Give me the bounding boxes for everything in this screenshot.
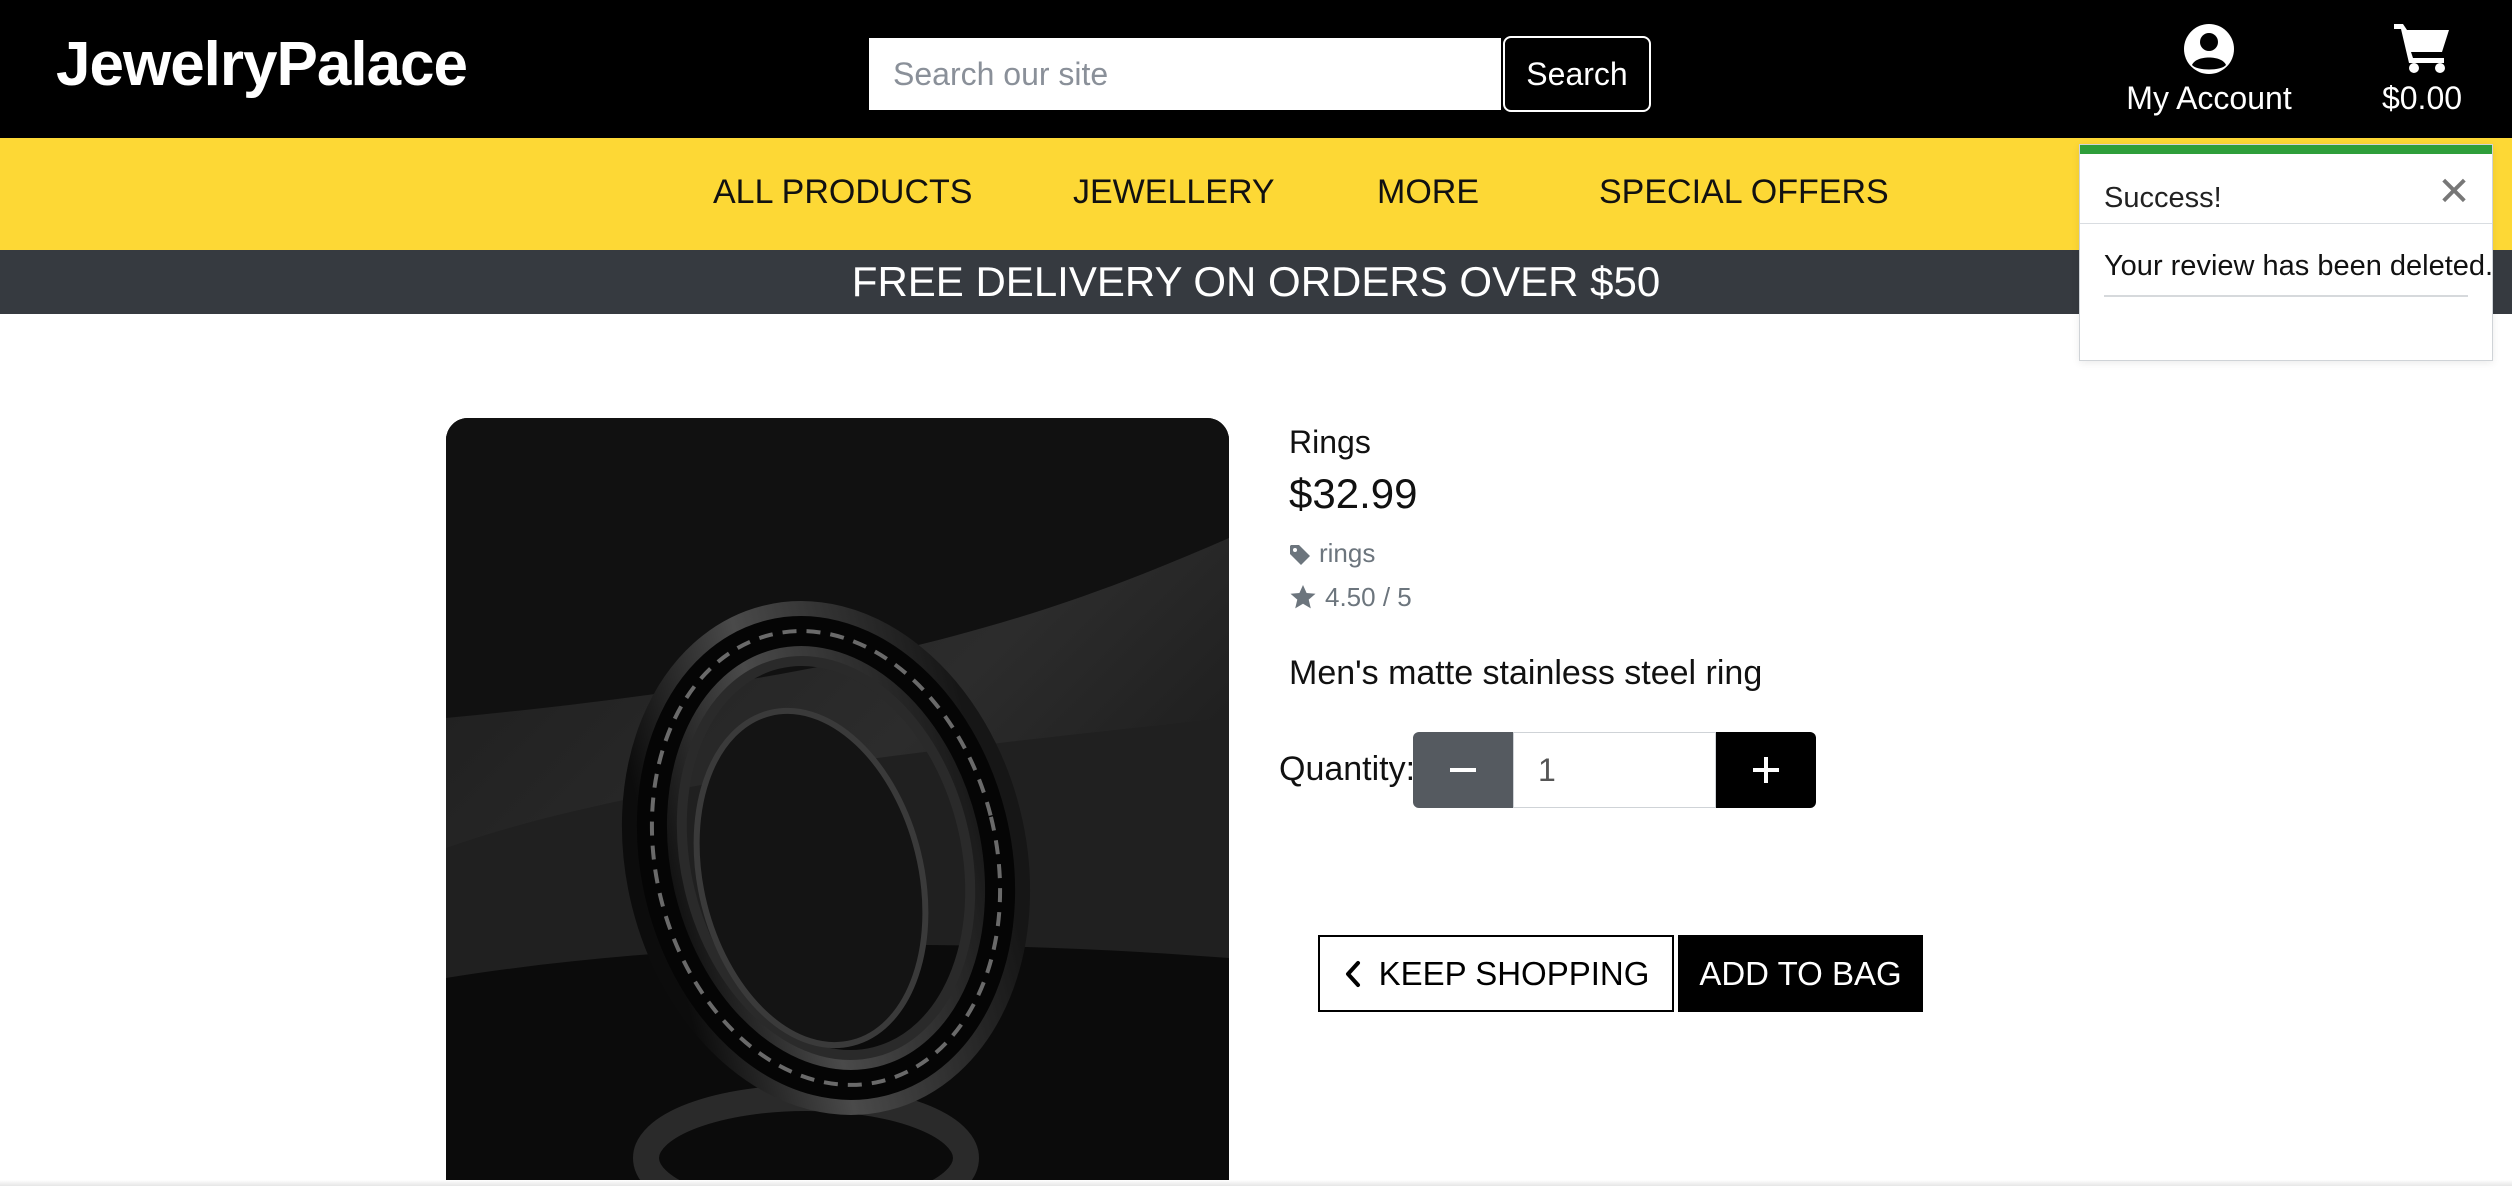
- cart-link[interactable]: $0.00: [2370, 20, 2474, 118]
- site-header: JewelryPalace Search My Account $0.00: [0, 0, 2512, 138]
- quantity-input[interactable]: [1513, 732, 1716, 808]
- toast-header: Success! ✕: [2080, 154, 2492, 224]
- brand-logo[interactable]: JewelryPalace: [56, 34, 468, 96]
- product-description: Men's matte stainless steel ring: [1289, 654, 1763, 692]
- toast-title: Success!: [2104, 182, 2222, 214]
- product-rating: 4.50 / 5: [1289, 582, 1412, 613]
- cart-total: $0.00: [2381, 80, 2463, 116]
- chevron-left-icon: [1345, 960, 1360, 987]
- decrement-quantity-button[interactable]: [1413, 732, 1513, 808]
- toast-accent-bar: [2080, 145, 2492, 154]
- tag-icon: [1290, 545, 1310, 565]
- increment-quantity-button[interactable]: [1716, 732, 1816, 808]
- my-account-label: My Account: [2126, 80, 2292, 116]
- product-tag[interactable]: rings: [1289, 538, 1375, 569]
- product-rating-value: 4.50 / 5: [1325, 582, 1412, 612]
- page-bottom-shadow: [0, 1180, 2512, 1186]
- star-icon: [1290, 585, 1316, 609]
- my-account-link[interactable]: My Account: [2118, 22, 2300, 118]
- user-circle-icon: [2184, 24, 2234, 74]
- product-category: Rings: [1289, 424, 1371, 460]
- toast-body: Your review has been deleted.: [2080, 224, 2494, 297]
- close-icon[interactable]: ✕: [2434, 172, 2474, 212]
- toast-divider: [2104, 295, 2468, 297]
- success-toast: Success! ✕ Your review has been deleted.: [2079, 144, 2493, 361]
- plus-icon: [1753, 757, 1779, 783]
- keep-shopping-label: KEEP SHOPPING: [1378, 954, 1650, 992]
- product-price: $32.99: [1289, 470, 1418, 517]
- shopping-cart-icon: [2394, 24, 2449, 73]
- product-image: [446, 418, 1229, 1186]
- nav-jewellery[interactable]: JEWELLERY: [1073, 173, 1275, 211]
- ring-photo: [446, 418, 1229, 1186]
- minus-icon: [1450, 768, 1476, 772]
- nav-all-products[interactable]: ALL PRODUCTS: [713, 173, 972, 211]
- add-to-bag-button[interactable]: ADD TO BAG: [1678, 935, 1923, 1012]
- nav-more[interactable]: MORE: [1377, 173, 1479, 211]
- search-input[interactable]: [869, 38, 1501, 110]
- quantity-label: Quantity:: [1279, 750, 1416, 788]
- nav-special-offers[interactable]: SPECIAL OFFERS: [1599, 173, 1889, 211]
- toast-message: Your review has been deleted.: [2104, 250, 2494, 282]
- keep-shopping-button[interactable]: KEEP SHOPPING: [1318, 935, 1674, 1012]
- search-button[interactable]: Search: [1503, 36, 1651, 112]
- product-tag-label: rings: [1319, 538, 1376, 568]
